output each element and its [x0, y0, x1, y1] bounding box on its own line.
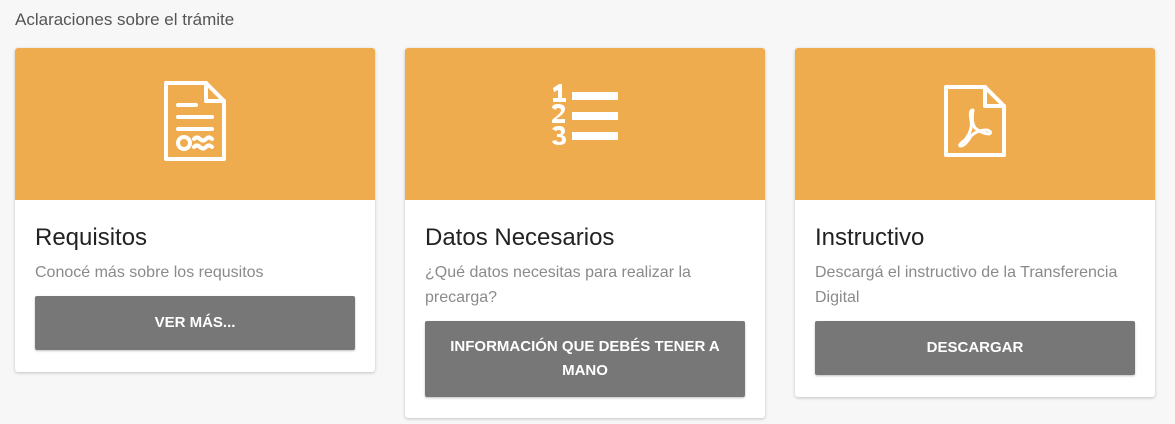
card-header	[15, 48, 375, 200]
card-title: Instructivo	[815, 224, 925, 251]
card-instructivo: Instructivo Descargá el instructivo de l…	[795, 48, 1155, 397]
card-requisitos: Requisitos Conocé más sobre los requsito…	[15, 48, 375, 372]
card-header	[795, 48, 1155, 200]
document-certificate-icon	[15, 66, 375, 176]
card-description: Descargá el instructivo de la Transferen…	[815, 264, 1118, 306]
numbered-list-icon	[405, 66, 765, 176]
card-description: Conocé más sobre los requsitos	[35, 264, 264, 281]
informacion-button[interactable]: INFORMACIÓN QUE DEBÉS TENER A MANO	[425, 321, 745, 397]
card-title: Requisitos	[35, 224, 148, 251]
card-header	[405, 48, 765, 200]
pdf-file-icon	[795, 66, 1155, 176]
card-description: ¿Qué datos necesitas para realizar la pr…	[425, 264, 691, 306]
card-datos-necesarios: Datos Necesarios ¿Qué datos necesitas pa…	[405, 48, 765, 418]
ver-mas-button[interactable]: VER MÁS...	[35, 296, 355, 350]
section-title: Aclaraciones sobre el trámite	[15, 10, 235, 29]
card-title: Datos Necesarios	[425, 224, 615, 251]
descargar-button[interactable]: DESCARGAR	[815, 321, 1135, 375]
